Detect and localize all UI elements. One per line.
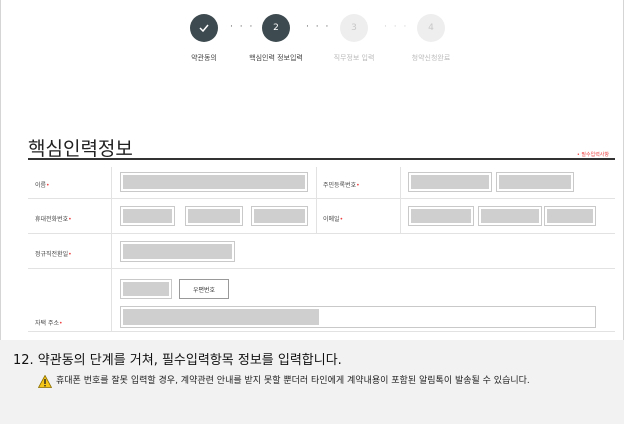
required-mark: • (339, 216, 344, 223)
required-mark: • (46, 182, 50, 189)
masked-value (188, 209, 240, 223)
field-label-text: 자택 주소 (35, 320, 59, 327)
zipcode-input[interactable] (120, 279, 172, 299)
cell-divider (111, 199, 112, 233)
field-label-text: 정규직전환일 (35, 251, 69, 258)
masked-value (123, 282, 169, 296)
instruction-step-text: 12. 약관동의 단계를 거쳐, 필수입력항목 정보를 입력합니다. (13, 353, 342, 368)
check-icon (199, 24, 209, 32)
masked-value (123, 175, 305, 189)
page-title: 핵심인력정보 (28, 138, 133, 160)
phone-middle-input[interactable] (185, 206, 243, 226)
rrn-front-input[interactable] (408, 172, 492, 192)
cell-divider (111, 234, 112, 268)
email-domain-input[interactable] (478, 206, 542, 226)
required-mark: • (68, 216, 72, 223)
cell-divider (316, 199, 317, 233)
address-input[interactable] (120, 306, 596, 328)
cell-divider (316, 167, 317, 198)
phone-label: 휴대전화번호• (35, 214, 72, 223)
masked-value (123, 209, 172, 223)
field-label-text: 이름 (35, 182, 47, 189)
email-label: 이메일• (323, 214, 343, 223)
step-label: 약관동의 (191, 54, 217, 62)
masked-value (411, 175, 489, 189)
step-label: 청약신청완료 (411, 54, 451, 62)
hire-date-input[interactable] (120, 241, 235, 262)
cell-divider (400, 199, 401, 233)
form-row-name: 이름• 주민등록번호• (28, 167, 615, 199)
masked-value (481, 209, 539, 223)
form-row-address: 자택 주소• 우편번호 (28, 269, 615, 332)
field-label-text: 휴대전화번호 (35, 216, 69, 223)
masked-value (123, 309, 319, 325)
rrn-back-input[interactable] (496, 172, 574, 192)
form-row-phone: 휴대전화번호• 이메일• (28, 199, 615, 234)
email-id-input[interactable] (408, 206, 474, 226)
step-number-circle: 3 (340, 14, 368, 42)
hire-date-label: 정규직전환일• (35, 249, 72, 258)
step-done-circle (190, 14, 218, 42)
zipcode-search-button[interactable]: 우편번호 (179, 279, 229, 299)
masked-value (411, 209, 471, 223)
masked-value (123, 244, 232, 259)
progress-stepper: 약관동의 · · · 2 핵심인력 정보입력 · · · 3 직무정보 입력 ·… (1, 14, 624, 74)
step-core-info: 2 핵심인력 정보입력 (236, 14, 316, 63)
required-mark: • (356, 182, 360, 189)
step-label: 직무정보 입력 (333, 54, 375, 62)
cell-divider (400, 167, 401, 198)
cell-divider (111, 269, 112, 331)
instruction-caption: 12. 약관동의 단계를 거쳐, 필수입력항목 정보를 입력합니다. 휴대폰 번… (0, 340, 624, 424)
phone-prefix-input[interactable] (120, 206, 175, 226)
name-label: 이름• (35, 180, 50, 189)
required-mark: • (59, 320, 63, 327)
form-row-hire-date: 정규직전환일• (28, 234, 615, 269)
warning-note: 휴대폰 번호를 잘못 입력할 경우, 계약관련 안내를 받지 못할 뿐더러 타인… (56, 376, 530, 386)
title-divider (28, 158, 615, 160)
rrn-label: 주민등록번호• (323, 180, 360, 189)
step-job-info: 3 직무정보 입력 (314, 14, 394, 63)
cell-divider (111, 167, 112, 198)
field-label-text: 주민등록번호 (323, 182, 357, 189)
step-complete: 4 청약신청완료 (391, 14, 471, 63)
form-window: 약관동의 · · · 2 핵심인력 정보입력 · · · 3 직무정보 입력 ·… (0, 0, 624, 340)
field-label-text: 이메일 (323, 216, 340, 223)
warning-icon (38, 375, 52, 388)
email-domain-select[interactable] (544, 206, 596, 226)
masked-value (499, 175, 571, 189)
phone-last-input[interactable] (251, 206, 308, 226)
step-number-circle: 4 (417, 14, 445, 42)
masked-value (547, 209, 593, 223)
name-input[interactable] (120, 172, 308, 192)
address-label: 자택 주소• (35, 318, 63, 327)
step-label: 핵심인력 정보입력 (249, 54, 303, 62)
required-note: • 필수입력사항 (576, 152, 609, 158)
required-mark: • (68, 251, 72, 258)
page: 약관동의 · · · 2 핵심인력 정보입력 · · · 3 직무정보 입력 ·… (0, 0, 624, 424)
step-number-circle: 2 (262, 14, 290, 42)
masked-value (254, 209, 305, 223)
core-info-form: 이름• 주민등록번호• 휴대전화번호• 이메일• 정규직전환일• 자택 주소• … (28, 167, 615, 332)
